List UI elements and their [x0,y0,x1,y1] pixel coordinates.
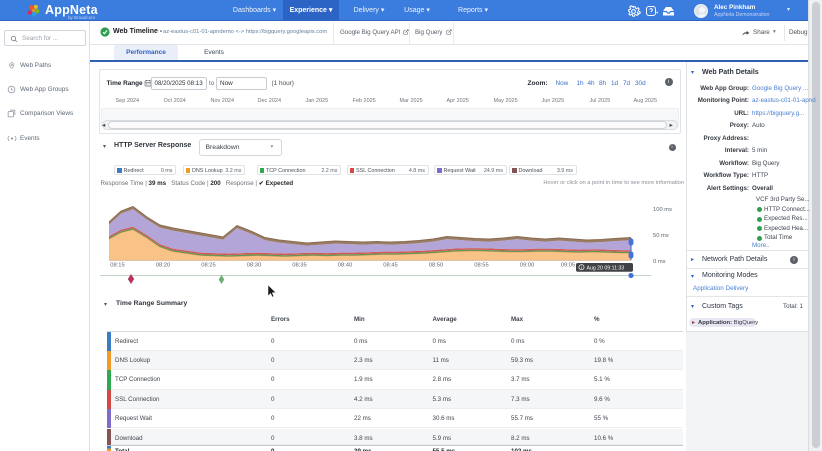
svg-text:08:25: 08:25 [201,263,216,269]
svg-text:Aug 20 09:11:33: Aug 20 09:11:33 [587,265,625,271]
svg-text:09:05: 09:05 [561,263,576,269]
svg-text:08:30: 08:30 [247,263,262,269]
svg-text:100 ms: 100 ms [653,207,672,213]
svg-text:09:00: 09:00 [520,263,535,269]
svg-text:0 ms: 0 ms [653,259,666,265]
svg-text:08:20: 08:20 [156,263,171,269]
svg-text:50 ms: 50 ms [653,233,669,239]
svg-text:08:40: 08:40 [338,263,353,269]
svg-text:08:15: 08:15 [110,263,125,269]
svg-text:08:50: 08:50 [429,263,444,269]
svg-text:08:35: 08:35 [292,263,307,269]
svg-text:08:45: 08:45 [383,263,398,269]
svg-text:08:55: 08:55 [474,263,489,269]
svg-text:i: i [581,265,582,270]
